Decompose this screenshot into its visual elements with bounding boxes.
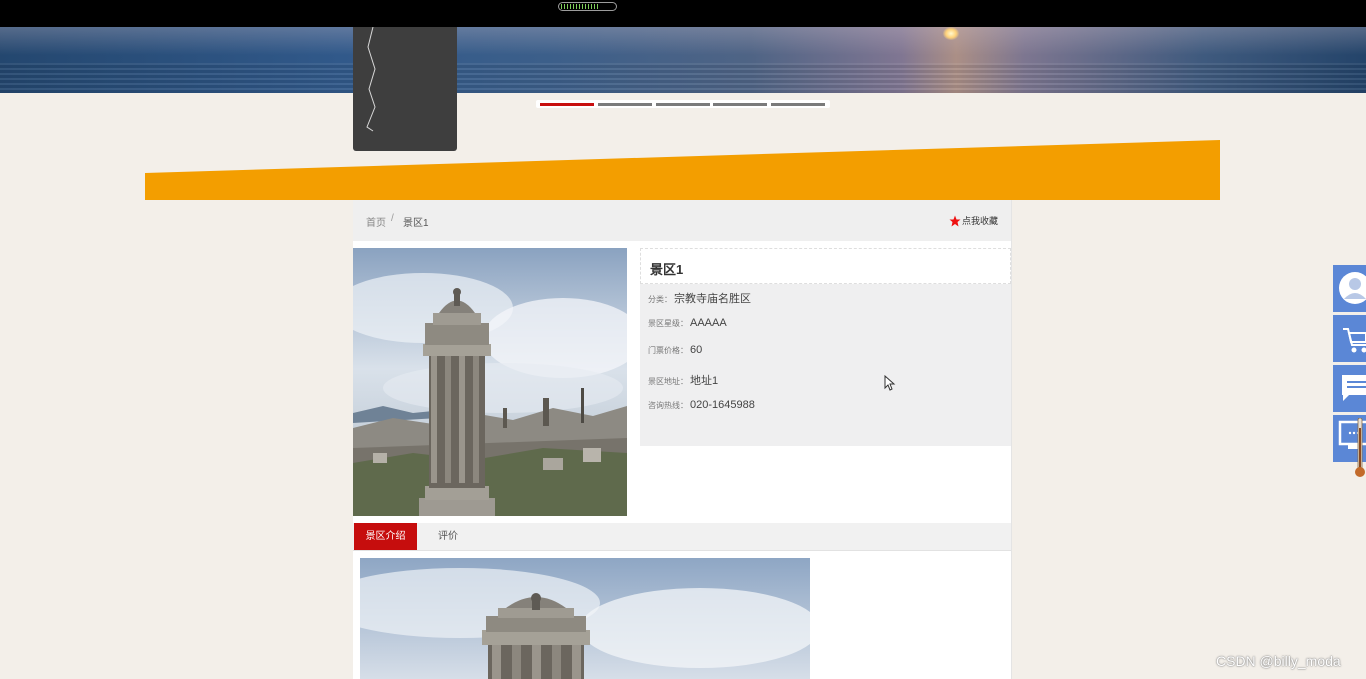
carousel-dot-5[interactable] [771, 103, 825, 106]
side-user-button[interactable] [1333, 265, 1366, 312]
spot-rating-label: 景区星级： [648, 319, 688, 328]
spot-hotline-value: 020-1645988 [690, 399, 755, 411]
carousel-indicators [536, 100, 830, 108]
spot-category-value: 宗教寺庙名胜区 [674, 293, 751, 305]
loading-indicator [558, 2, 617, 11]
favorite-button[interactable]: 点我收藏 [949, 214, 998, 227]
loading-indicator-fill [561, 4, 599, 9]
side-cart-button[interactable] [1333, 315, 1366, 362]
banner-image [0, 27, 1366, 93]
spot-address-value: 地址1 [690, 375, 719, 387]
main-content: 首页 / 景区1 点我收藏 景区1 分类： 宗教寺庙名胜区 景区星级： AAAA… [353, 200, 1012, 679]
breadcrumb-home-link[interactable]: 首页 [366, 214, 386, 229]
spot-hotline-label: 咨询热线： [648, 401, 688, 410]
banner-sun [943, 27, 959, 40]
user-icon [1339, 272, 1366, 304]
chat-icon [1342, 375, 1366, 401]
breadcrumb: 首页 / 景区1 点我收藏 [353, 200, 1011, 241]
spot-info-panel: 景区1 分类： 宗教寺庙名胜区 景区星级： AAAAA 门票价格： 60 景区地址：地… [640, 248, 1011, 446]
cart-icon [1343, 328, 1366, 353]
top-bar [0, 0, 1366, 27]
breadcrumb-separator: / [391, 213, 394, 224]
watermark: CSDN @billy_moda [1216, 653, 1341, 669]
tab-reviews[interactable]: 评价 [428, 523, 468, 550]
spot-category-label: 分类： [648, 295, 672, 304]
spot-price-value: 60 [690, 344, 703, 356]
carousel-dot-2[interactable] [598, 103, 652, 106]
spot-title: 景区1 [650, 262, 684, 277]
spot-photo [353, 248, 627, 516]
side-chat-button[interactable] [1333, 365, 1366, 412]
lightning-line [366, 27, 376, 132]
carousel-dot-3[interactable] [656, 103, 710, 106]
spot-rating-row: 景区星级： AAAAA [648, 317, 727, 329]
tab-intro[interactable]: 景区介绍 [354, 523, 417, 550]
thermometer-icon [1355, 418, 1365, 477]
breadcrumb-current: 景区1 [403, 218, 429, 229]
spot-address-label: 景区地址： [648, 377, 688, 386]
banner-side-panel [353, 27, 457, 151]
spot-price-label: 门票价格： [648, 346, 688, 355]
spot-category-row: 分类： 宗教寺庙名胜区 [648, 290, 751, 306]
spot-hotline-row: 咨询热线： 020-1645988 [648, 399, 755, 411]
carousel-dot-4[interactable] [713, 103, 767, 106]
spot-rating-value: AAAAA [690, 317, 727, 329]
star-icon [949, 215, 961, 226]
favorite-label: 点我收藏 [961, 216, 998, 226]
carousel-dot-1[interactable] [540, 103, 594, 106]
mouse-cursor-icon [884, 375, 896, 391]
spot-price-row: 门票价格： 60 [648, 344, 702, 356]
spot-address-row: 景区地址： 地址1 [648, 372, 718, 388]
spot-title-box: 景区1 [640, 248, 1011, 284]
intro-photo [360, 558, 810, 679]
orange-decor-stripe [145, 140, 1220, 200]
detail-tabs: 景区介绍 评价 [353, 523, 1011, 551]
